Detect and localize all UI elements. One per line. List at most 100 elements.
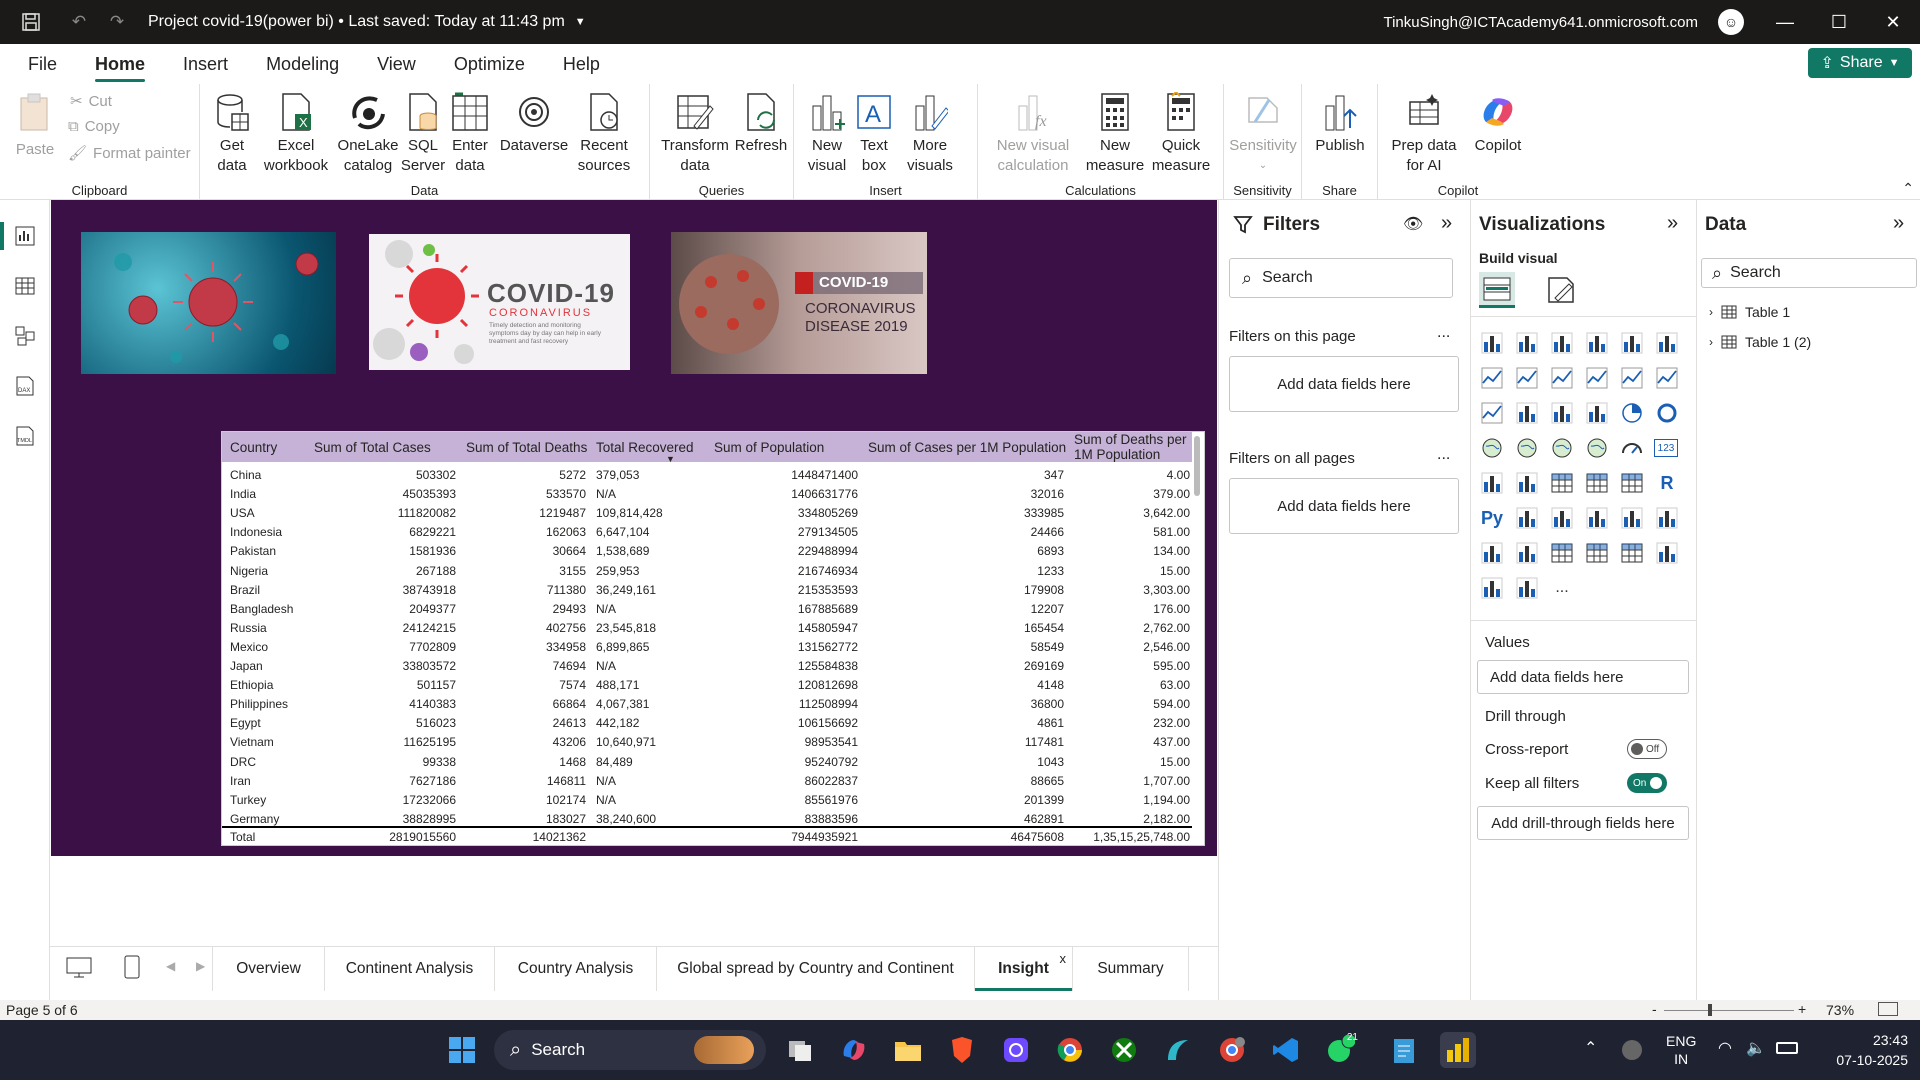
table-row[interactable]: Japan 33803572 74694 N/A 125584838 269169 595.… bbox=[222, 657, 1192, 676]
format-painter-button[interactable]: 🖌 Format painter bbox=[68, 144, 191, 163]
battery-icon[interactable] bbox=[1776, 1042, 1798, 1054]
line-stacked-column-chart-icon[interactable] bbox=[1619, 365, 1645, 391]
taskbar-search[interactable]: ⌕ Search bbox=[494, 1030, 766, 1070]
new-card-icon[interactable] bbox=[1514, 540, 1540, 566]
collapse-ribbon-icon[interactable]: ⌃ bbox=[1902, 180, 1914, 197]
get-data-button[interactable]: Get data bbox=[212, 90, 252, 176]
publish-button[interactable]: Publish bbox=[1310, 90, 1370, 156]
table-row[interactable]: Mexico 7702809 334958 6,899,865 131562772 585… bbox=[222, 638, 1192, 657]
tab-country-analysis[interactable]: Country Analysis bbox=[495, 947, 657, 991]
gauge-icon[interactable] bbox=[1619, 435, 1645, 461]
dataverse-button[interactable]: Dataverse bbox=[498, 90, 570, 156]
table-row[interactable]: Nigeria 267188 3155 259,953 216746934 1233 15.… bbox=[222, 562, 1192, 581]
data-search-input[interactable]: ⌕ Search bbox=[1701, 258, 1917, 288]
table-column-header[interactable]: Sum of Population bbox=[714, 432, 825, 462]
proton-icon[interactable] bbox=[998, 1032, 1034, 1068]
copy-button[interactable]: ⧉ Copy bbox=[68, 118, 120, 135]
table-row[interactable]: Germany 38828995 183027 38,240,600 83883596 4… bbox=[222, 810, 1192, 826]
wifi-icon[interactable]: ◠ bbox=[1718, 1038, 1732, 1058]
minimize-button[interactable]: — bbox=[1758, 0, 1812, 44]
redo-icon[interactable]: ↷ bbox=[104, 11, 130, 33]
python-visual-icon[interactable]: Py bbox=[1479, 505, 1505, 531]
copilot-taskbar-icon[interactable] bbox=[836, 1032, 872, 1068]
collapse-filters-icon[interactable]: » bbox=[1441, 212, 1452, 235]
stacked-area-chart-icon[interactable] bbox=[1549, 365, 1575, 391]
tmdl-view-icon[interactable]: TMDL bbox=[13, 424, 37, 448]
menu-file[interactable]: File bbox=[28, 44, 57, 84]
table-row[interactable]: DRC 99338 1468 84,489 95240792 1043 15.00 bbox=[222, 753, 1192, 772]
recent-sources-button[interactable]: Recent sources bbox=[568, 90, 640, 176]
onelake-catalog-button[interactable]: OneLake catalog bbox=[334, 90, 402, 176]
user-account[interactable]: TinkuSingh@ICTAcademy641.onmicrosoft.com bbox=[1383, 14, 1698, 31]
quick-measure-button[interactable]: Quick measure bbox=[1148, 90, 1214, 176]
share-button[interactable]: ⇪ Share ▼ bbox=[1808, 48, 1912, 78]
filters-all-pages-drop-zone[interactable]: Add data fields here bbox=[1229, 478, 1459, 534]
kpi-icon[interactable] bbox=[1514, 470, 1540, 496]
text-box-button[interactable]: A Text box bbox=[856, 90, 892, 176]
filters-search-input[interactable]: ⌕ Search bbox=[1229, 258, 1453, 298]
eye-icon[interactable]: 👁 bbox=[1403, 214, 1423, 234]
sensitivity-button[interactable]: Sensitivity ⌄ bbox=[1228, 90, 1298, 176]
pie-chart-icon[interactable] bbox=[1619, 400, 1645, 426]
copilot-button[interactable]: Copilot bbox=[1468, 90, 1528, 156]
powerapps-icon[interactable] bbox=[1654, 540, 1680, 566]
xbox-icon[interactable] bbox=[1106, 1032, 1142, 1068]
donut-chart-icon[interactable] bbox=[1654, 400, 1680, 426]
windows-start-icon[interactable] bbox=[444, 1032, 480, 1068]
100-stacked-column-chart-icon[interactable] bbox=[1654, 330, 1680, 356]
menu-view[interactable]: View bbox=[377, 44, 416, 84]
narrative-icon[interactable] bbox=[1479, 540, 1505, 566]
scatter-chart-icon[interactable] bbox=[1584, 400, 1610, 426]
collapse-viz-icon[interactable]: » bbox=[1667, 212, 1678, 235]
tab-global-spread[interactable]: Global spread by Country and Continent bbox=[657, 947, 975, 991]
format-visual-tab-icon[interactable] bbox=[1545, 274, 1577, 306]
close-button[interactable]: ✕ bbox=[1866, 0, 1920, 44]
dax-query-view-icon[interactable]: DAX bbox=[13, 374, 37, 398]
table-scrollbar[interactable] bbox=[1194, 436, 1200, 496]
chevron-up-icon[interactable]: ⌃ bbox=[1584, 1038, 1597, 1058]
table-row[interactable]: Vietnam 11625195 43206 10,640,971 98953541 11… bbox=[222, 733, 1192, 752]
report-view-icon[interactable] bbox=[13, 224, 37, 248]
refresh-button[interactable]: Refresh bbox=[734, 90, 788, 156]
whatsapp-icon[interactable]: 21 bbox=[1322, 1032, 1358, 1068]
table-column-header[interactable]: Total Recovered bbox=[596, 432, 694, 462]
chrome-profile-icon[interactable] bbox=[1214, 1032, 1250, 1068]
filters-this-page-drop-zone[interactable]: Add data fields here bbox=[1229, 356, 1459, 412]
table-column-header[interactable]: Sum of Total Cases bbox=[314, 432, 431, 462]
r-visual-icon[interactable]: R bbox=[1654, 470, 1680, 496]
table-row[interactable]: Russia 24124215 402756 23,545,818 145805947 1… bbox=[222, 619, 1192, 638]
fit-to-page-icon[interactable] bbox=[1878, 1002, 1898, 1016]
more-visuals-button[interactable]: More visuals bbox=[898, 90, 962, 176]
cross-report-toggle[interactable]: Off bbox=[1627, 739, 1667, 759]
slicer-icon[interactable] bbox=[1549, 470, 1575, 496]
model-view-icon[interactable] bbox=[13, 324, 37, 348]
vscode-icon[interactable] bbox=[1268, 1032, 1304, 1068]
transform-data-button[interactable]: Transform data bbox=[660, 90, 730, 176]
filters-all-pages-more-icon[interactable]: ... bbox=[1437, 446, 1450, 464]
100-stacked-bar-chart-icon[interactable] bbox=[1619, 330, 1645, 356]
virus-image-1[interactable] bbox=[81, 232, 336, 374]
close-tab-icon[interactable]: x bbox=[1060, 951, 1067, 966]
volume-icon[interactable]: 🔈 bbox=[1746, 1038, 1766, 1058]
sql-server-button[interactable]: SQL Server bbox=[400, 90, 446, 176]
clustered-bar-chart-icon[interactable] bbox=[1549, 330, 1575, 356]
clock[interactable]: 23:43 07-10-2025 bbox=[1818, 1030, 1908, 1070]
zoom-level[interactable]: 73% bbox=[1826, 1002, 1854, 1018]
excel-workbook-button[interactable]: X Excel workbook bbox=[262, 90, 330, 176]
save-icon[interactable] bbox=[18, 11, 44, 33]
ellipsis-icon[interactable]: ... bbox=[1549, 575, 1575, 601]
next-page-icon[interactable]: ▶ bbox=[196, 959, 205, 973]
azure-map-icon[interactable] bbox=[1584, 435, 1610, 461]
table-row[interactable]: Brazil 38743918 711380 36,249,161 215353593 1… bbox=[222, 581, 1192, 600]
qa-icon[interactable] bbox=[1584, 505, 1610, 531]
menu-optimize[interactable]: Optimize bbox=[454, 44, 525, 84]
zoom-slider-thumb[interactable] bbox=[1708, 1004, 1712, 1016]
task-view-icon[interactable] bbox=[782, 1032, 818, 1068]
text-slicer-icon[interactable] bbox=[1584, 540, 1610, 566]
covid-disease-image[interactable]: COVID-19 CORONAVIRUS DISEASE 2019 bbox=[671, 232, 927, 374]
funnel-chart-icon[interactable] bbox=[1549, 400, 1575, 426]
table-row[interactable]: Indonesia 6829221 162063 6,647,104 279134505… bbox=[222, 523, 1192, 542]
zoom-out-icon[interactable]: - bbox=[1652, 1001, 1657, 1017]
new-measure-button[interactable]: New measure bbox=[1082, 90, 1148, 176]
avatar[interactable]: ☺ bbox=[1718, 9, 1744, 35]
